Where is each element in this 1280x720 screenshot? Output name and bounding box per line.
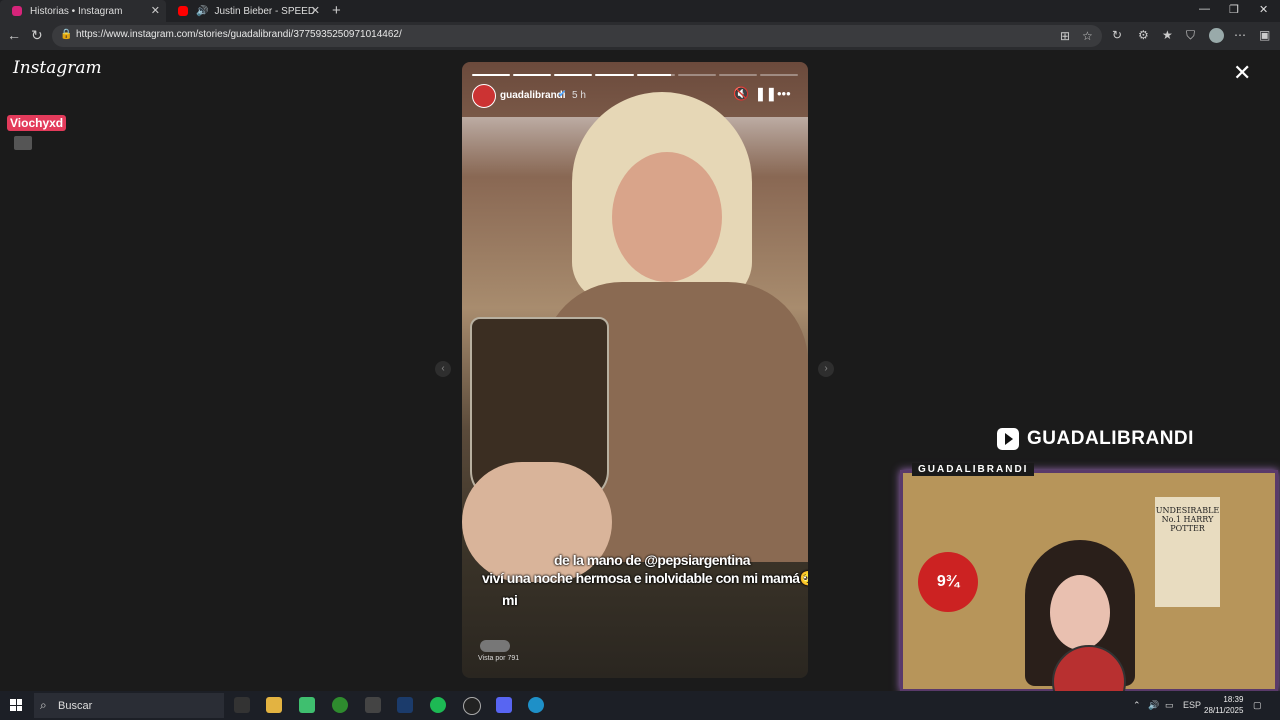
clock[interactable]: 18:39 28/11/2025 xyxy=(1204,694,1243,716)
navigation-bar: ← ↻ 🔒 https://www.instagram.com/stories/… xyxy=(0,22,1280,50)
edge-icon[interactable] xyxy=(528,697,544,713)
more-menu-icon[interactable]: ⋯ xyxy=(1234,28,1246,42)
story-time: 5 h xyxy=(572,90,586,101)
story-progress xyxy=(472,74,798,76)
verified-badge-icon: ✔ xyxy=(558,89,567,100)
mute-icon[interactable]: 🔇 xyxy=(733,86,749,102)
tab-title: Justin Bieber - SPEED DEMON xyxy=(214,5,315,17)
taskbar: ⌕ Buscar ⌃ 🔊 ▭ ESP 18:39 28/11/2025 ▢ xyxy=(0,691,1280,720)
wanted-poster: UNDESIRABLE No.1 HARRY POTTER xyxy=(1155,497,1220,607)
discord-icon[interactable] xyxy=(496,697,512,713)
xbox-icon[interactable] xyxy=(332,697,348,713)
epic-games-icon[interactable] xyxy=(365,697,381,713)
favorite-star-icon[interactable]: ☆ xyxy=(1082,29,1093,43)
pause-icon[interactable]: ❚❚ xyxy=(755,86,777,102)
url-text: https://www.instagram.com/stories/guadal… xyxy=(76,29,402,40)
new-tab-button[interactable]: + xyxy=(332,2,341,19)
speaker-icon: 🔊 xyxy=(196,5,209,17)
story-user-avatar[interactable] xyxy=(472,84,496,108)
profile-avatar[interactable] xyxy=(1209,28,1224,43)
progress-segment xyxy=(636,74,675,76)
story-caption-line2: viví una noche hermosa e inolvidable con… xyxy=(482,570,808,586)
youtube-channel-overlay: GUADALIBRANDI xyxy=(997,428,1194,450)
language-indicator[interactable]: ESP xyxy=(1183,700,1201,710)
clock-date: 28/11/2025 xyxy=(1204,706,1244,715)
instagram-logo[interactable]: Instagram xyxy=(13,58,102,78)
tab-instagram[interactable]: Historias • Instagram ✕ xyxy=(0,0,166,22)
youtube-icon xyxy=(997,428,1019,450)
sticker-image xyxy=(14,136,32,150)
progress-segment xyxy=(718,74,757,76)
viewed-by-count[interactable]: Vista por 791 xyxy=(478,655,519,662)
story-viewer[interactable]: guadalibrandi ✔ 5 h 🔇 ❚❚ ••• de la mano … xyxy=(462,62,808,678)
progress-segment xyxy=(759,74,798,76)
clock-time: 18:39 xyxy=(1223,695,1244,704)
tray-overflow-icon[interactable]: ⌃ xyxy=(1133,700,1141,711)
extension-icon[interactable]: ⚙ xyxy=(1138,28,1149,42)
close-window-button[interactable]: ✕ xyxy=(1259,3,1268,16)
poster-text: UNDESIRABLE No.1 HARRY POTTER xyxy=(1155,506,1220,533)
story-photo-face xyxy=(612,152,722,282)
more-options-icon[interactable]: ••• xyxy=(777,86,791,101)
progress-segment xyxy=(472,74,511,76)
tab-youtube[interactable]: 🔊 Justin Bieber - SPEED DEMON ✕ xyxy=(166,0,326,22)
address-bar[interactable]: 🔒 https://www.instagram.com/stories/guad… xyxy=(52,25,1102,47)
spotify-icon[interactable] xyxy=(430,697,446,713)
refresh-extension-icon[interactable]: ↻ xyxy=(1112,28,1122,42)
maximize-button[interactable]: ❐ xyxy=(1229,3,1239,16)
taskbar-search[interactable]: ⌕ Buscar xyxy=(34,693,224,718)
story-username[interactable]: guadalibrandi xyxy=(500,90,566,101)
progress-segment xyxy=(554,74,593,76)
previous-story-button[interactable]: ‹ xyxy=(435,361,451,377)
apps-icon[interactable]: ⊞ xyxy=(1060,29,1070,43)
lock-icon[interactable]: 🔒 xyxy=(60,29,72,40)
network-icon[interactable]: ▭ xyxy=(1165,700,1174,711)
refresh-button[interactable]: ↻ xyxy=(31,27,43,44)
close-tab-icon[interactable]: ✕ xyxy=(311,4,320,17)
channel-name: GUADALIBRANDI xyxy=(1027,428,1194,449)
sidebar-icon[interactable]: ▣ xyxy=(1259,28,1270,42)
minimize-button[interactable]: — xyxy=(1199,3,1210,15)
story-caption-line3: mi xyxy=(502,592,518,608)
search-icon: ⌕ xyxy=(40,698,47,712)
story-caption-line1: de la mano de @pepsiargentina xyxy=(554,552,750,568)
windows-start-icon[interactable] xyxy=(10,699,22,711)
overlay-sticker: Viochyxd xyxy=(7,115,67,131)
tab-title: Historias • Instagram xyxy=(30,5,123,17)
favorites-icon[interactable]: ★ xyxy=(1162,28,1173,42)
close-tab-icon[interactable]: ✕ xyxy=(151,4,160,17)
webcam-title: GUADALIBRANDI xyxy=(912,463,1035,476)
obs-icon[interactable] xyxy=(463,697,481,715)
file-explorer-icon[interactable] xyxy=(266,697,282,713)
progress-segment xyxy=(513,74,552,76)
tab-strip: Historias • Instagram ✕ 🔊 Justin Bieber … xyxy=(0,0,1280,22)
task-view-icon[interactable] xyxy=(234,697,250,713)
viewer-avatars[interactable] xyxy=(480,640,510,652)
platform-sign: 9¾ xyxy=(918,552,978,612)
back-button[interactable]: ← xyxy=(7,27,21,43)
instagram-icon xyxy=(12,6,22,16)
volume-icon[interactable]: 🔊 xyxy=(1148,700,1159,711)
next-story-button[interactable]: › xyxy=(818,361,834,377)
notifications-icon[interactable]: ▢ xyxy=(1253,700,1262,711)
progress-segment xyxy=(595,74,634,76)
search-placeholder: Buscar xyxy=(58,700,93,712)
close-icon[interactable]: ✕ xyxy=(1233,60,1251,86)
steam-icon[interactable] xyxy=(397,697,413,713)
progress-segment xyxy=(677,74,716,76)
shield-icon[interactable]: ⛉ xyxy=(1186,28,1195,43)
youtube-icon xyxy=(178,6,188,16)
instagram-stories-page: Instagram ✕ Viochyxd ‹ › guadalibrandi ✔… xyxy=(0,50,1280,719)
streamer-face xyxy=(1050,575,1110,650)
minecraft-icon[interactable] xyxy=(299,697,315,713)
